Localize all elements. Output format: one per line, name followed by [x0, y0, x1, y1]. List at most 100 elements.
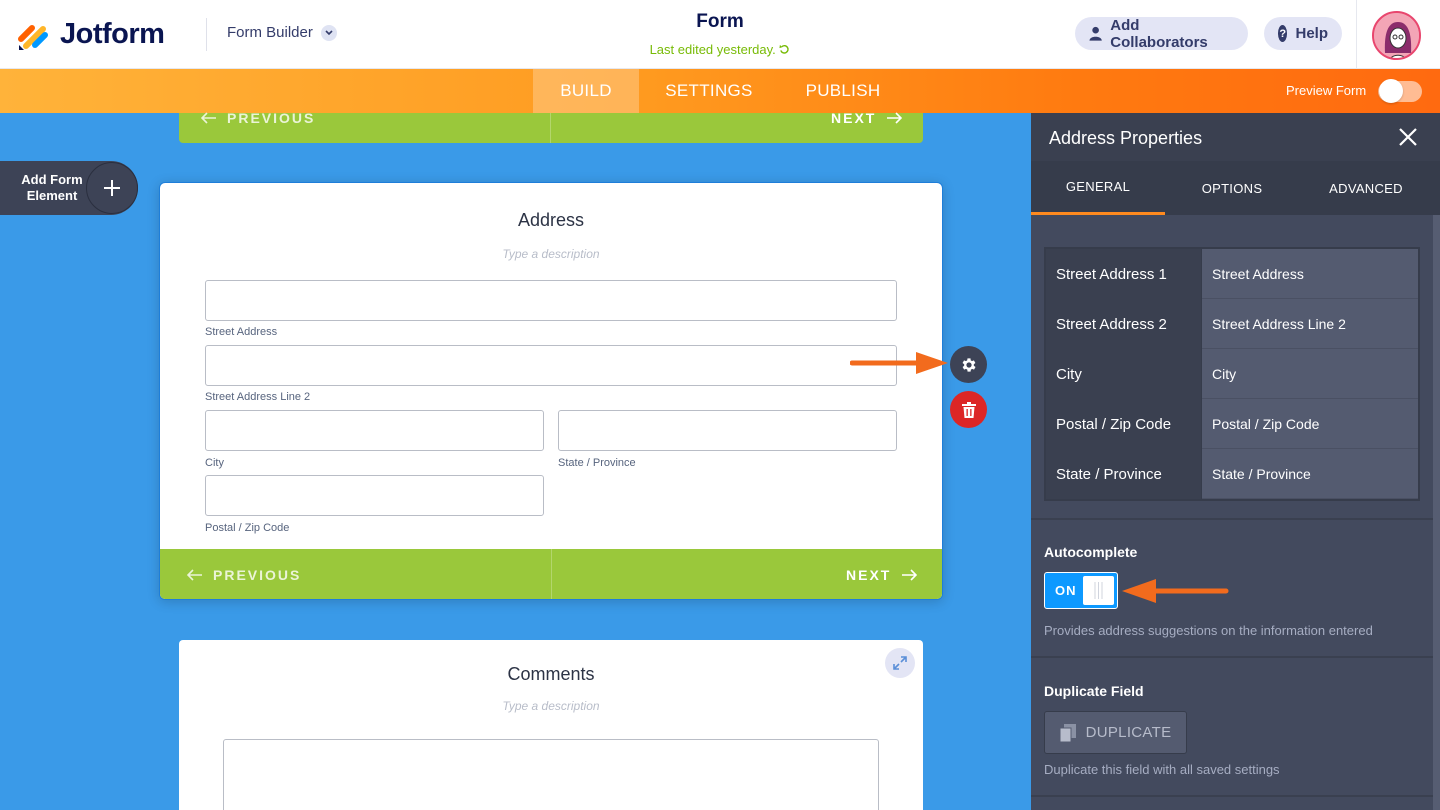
avatar-illustration [1374, 13, 1419, 58]
tab-general[interactable]: GENERAL [1031, 161, 1165, 215]
footer-separator [550, 113, 551, 143]
header-divider [206, 18, 207, 51]
section-divider [1031, 656, 1433, 658]
panel-title: Address Properties [1049, 128, 1203, 148]
sublabel-row: City City [1046, 349, 1418, 399]
tab-build[interactable]: BUILD [533, 69, 639, 113]
sublabel-row: Street Address 1 Street Address [1046, 249, 1418, 299]
top-header: Jotform Form Builder Form Last edited ye… [0, 0, 1440, 69]
plus-icon[interactable] [86, 162, 138, 214]
help-button[interactable]: ? Help [1264, 17, 1342, 50]
address-field-card[interactable]: Address Type a description Street Addres… [159, 182, 943, 600]
form-builder-dropdown[interactable]: Form Builder [227, 24, 337, 41]
panel-tabs: GENERAL OPTIONS ADVANCED [1031, 161, 1440, 215]
comments-field-card[interactable]: Comments Type a description [179, 640, 923, 810]
next-label: NEXT [846, 567, 892, 583]
sublabel-value-input[interactable]: Street Address Line 2 [1202, 299, 1418, 349]
next-label: NEXT [831, 110, 877, 126]
duplicate-field-label: Duplicate Field [1044, 683, 1144, 699]
tab-advanced[interactable]: ADVANCED [1299, 161, 1433, 215]
sublabel-key: Postal / Zip Code [1046, 399, 1201, 449]
add-collaborators-label: Add Collaborators [1110, 16, 1208, 51]
help-icon: ? [1278, 25, 1288, 42]
state-province-input[interactable] [558, 410, 897, 451]
sublabels-table: Street Address 1 Street Address Street A… [1044, 247, 1420, 501]
address-description-placeholder[interactable]: Type a description [160, 247, 942, 261]
city-input[interactable] [205, 410, 544, 451]
sublabel-key: Street Address 1 [1046, 249, 1201, 299]
previous-button[interactable]: PREVIOUS [201, 111, 315, 125]
builder-nav-bar: BUILD SETTINGS PUBLISH Preview Form [0, 69, 1440, 113]
sublabel-key: City [1046, 349, 1201, 399]
sublabel-value-input[interactable]: State / Province [1202, 449, 1418, 499]
sublabel-value-input[interactable]: Postal / Zip Code [1202, 399, 1418, 449]
autocomplete-state: ON [1055, 583, 1077, 598]
panel-scrollbar[interactable] [1433, 215, 1440, 810]
comments-description-placeholder[interactable]: Type a description [179, 699, 923, 713]
close-icon[interactable] [1397, 126, 1419, 148]
previous-label: PREVIOUS [213, 567, 302, 583]
next-button[interactable]: NEXT [831, 110, 903, 126]
footer-separator [551, 549, 552, 599]
postal-zip-sublabel: Postal / Zip Code [205, 522, 290, 534]
panel-header: Address Properties [1031, 113, 1440, 161]
street-address-line2-sublabel: Street Address Line 2 [205, 391, 311, 403]
autocomplete-label: Autocomplete [1044, 544, 1138, 560]
sublabel-value-input[interactable]: City [1202, 349, 1418, 399]
jotform-logo-icon [18, 25, 48, 50]
help-label: Help [1295, 25, 1328, 42]
sublabel-key: Street Address 2 [1046, 299, 1201, 349]
sublabel-key: State / Province [1046, 449, 1201, 499]
previous-page-footer: PREVIOUS NEXT [179, 110, 923, 143]
arrow-right-icon [887, 112, 903, 124]
delete-field-button[interactable] [950, 391, 987, 428]
tab-settings[interactable]: SETTINGS [652, 69, 766, 113]
undo-icon[interactable] [779, 44, 790, 55]
sublabel-row: State / Province State / Province [1046, 449, 1418, 499]
address-page-footer: PREVIOUS NEXT [160, 549, 942, 599]
sublabel-row: Postal / Zip Code Postal / Zip Code [1046, 399, 1418, 449]
comments-field-title[interactable]: Comments [179, 664, 923, 685]
street-address-sublabel: Street Address [205, 326, 278, 338]
avatar[interactable] [1372, 11, 1421, 60]
preview-form-toggle-knob[interactable] [1379, 79, 1403, 103]
street-address-line2-input[interactable] [205, 345, 897, 386]
preview-form-label: Preview Form [1286, 83, 1367, 98]
user-icon [1089, 26, 1102, 41]
comments-textarea[interactable] [223, 739, 879, 810]
annotation-arrow-left-icon [1122, 579, 1229, 603]
copy-icon [1059, 723, 1076, 742]
tab-publish[interactable]: PUBLISH [792, 69, 894, 113]
address-field-title[interactable]: Address [160, 210, 942, 231]
sublabel-row: Street Address 2 Street Address Line 2 [1046, 299, 1418, 349]
duplicate-button-label: DUPLICATE [1085, 724, 1172, 741]
gear-icon [962, 357, 976, 372]
postal-zip-input[interactable] [205, 475, 544, 516]
form-builder-label: Form Builder [227, 24, 313, 41]
jotform-logo[interactable]: Jotform [18, 17, 165, 51]
header-divider-right [1356, 0, 1357, 69]
street-address-input[interactable] [205, 280, 897, 321]
section-divider [1031, 795, 1433, 797]
properties-panel: Address Properties GENERAL OPTIONS ADVAN… [1031, 113, 1440, 810]
city-sublabel: City [205, 457, 224, 469]
field-properties-button[interactable] [950, 346, 987, 383]
expand-button[interactable] [885, 648, 915, 678]
duplicate-button[interactable]: DUPLICATE [1044, 711, 1187, 754]
next-button[interactable]: NEXT [846, 567, 918, 583]
tab-options[interactable]: OPTIONS [1165, 161, 1299, 215]
previous-label: PREVIOUS [227, 110, 316, 126]
trash-icon [961, 401, 976, 418]
add-collaborators-button[interactable]: Add Collaborators [1075, 16, 1248, 51]
toggle-knob [1083, 576, 1114, 605]
brand-name: Jotform [60, 17, 165, 50]
arrow-left-icon [201, 112, 216, 124]
autocomplete-toggle[interactable]: ON [1044, 572, 1118, 609]
chevron-down-icon [320, 24, 337, 41]
sublabel-value-input[interactable]: Street Address [1202, 249, 1418, 299]
autocomplete-help: Provides address suggestions on the info… [1044, 623, 1373, 638]
last-edited-text: Last edited yesterday. [649, 42, 776, 57]
annotation-arrow-right-icon [850, 352, 948, 374]
expand-icon [893, 656, 907, 670]
previous-button[interactable]: PREVIOUS [187, 567, 301, 583]
